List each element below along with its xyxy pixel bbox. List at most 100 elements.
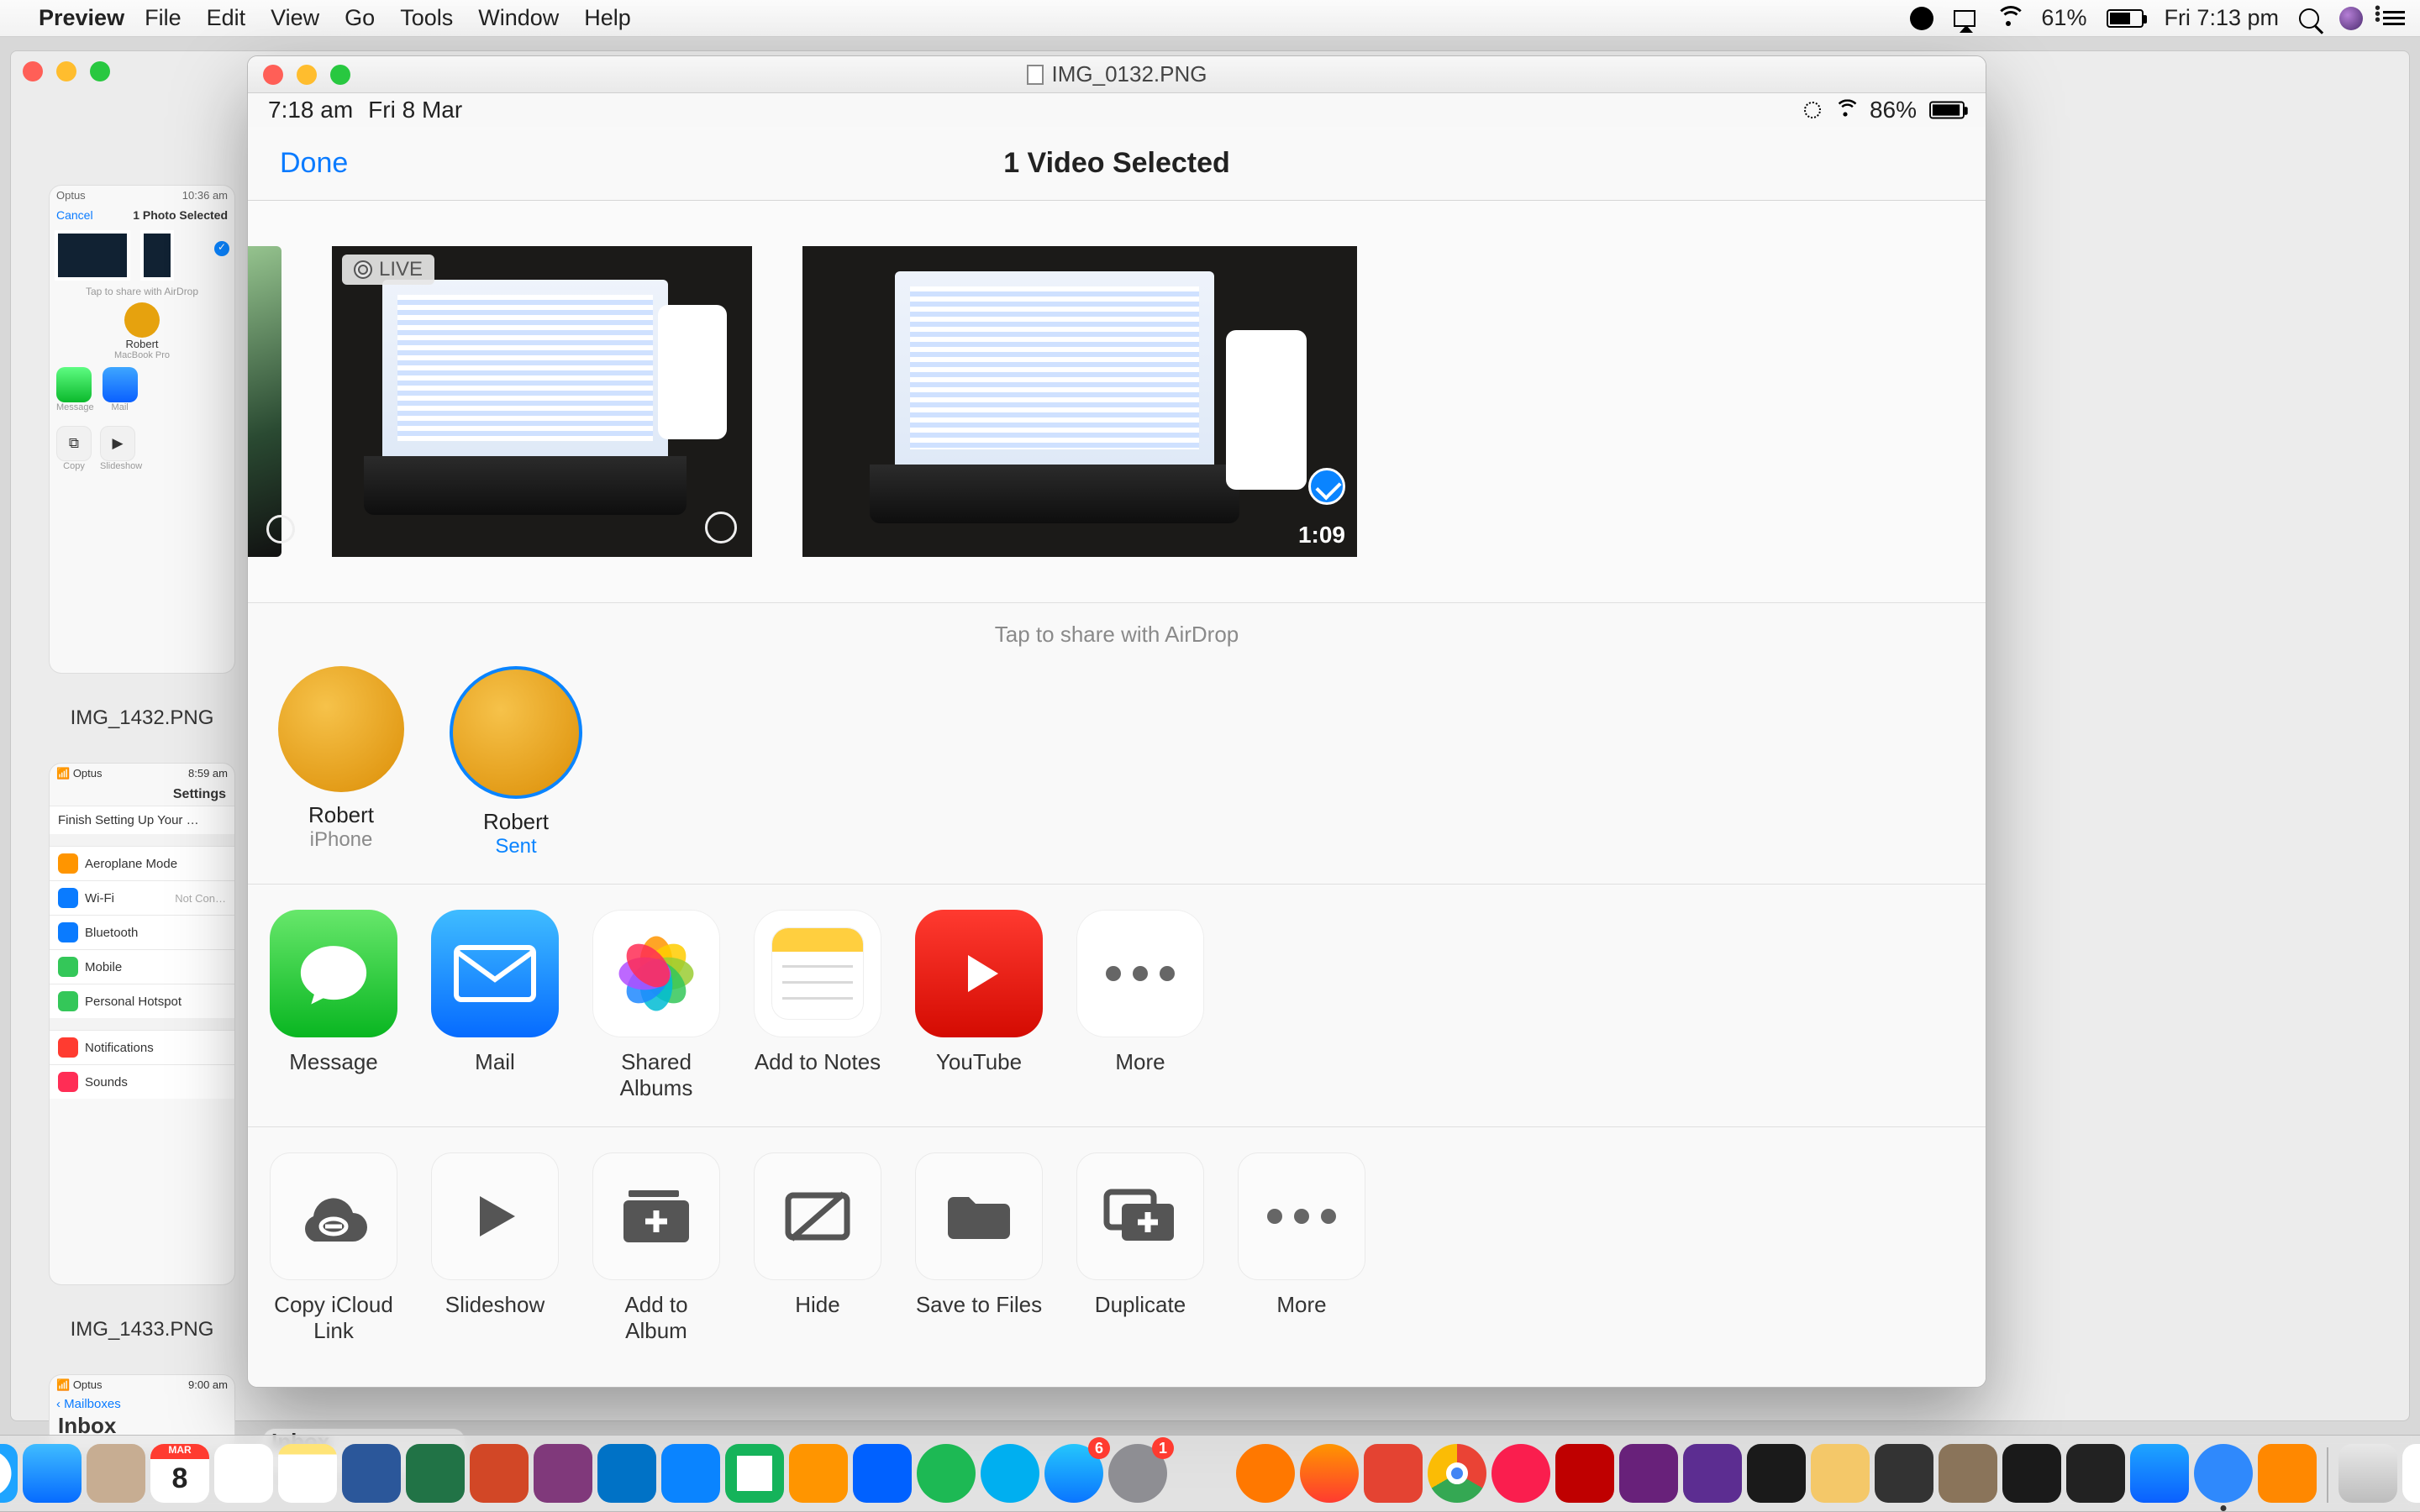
dock-sequel-pro[interactable] (1811, 1444, 1870, 1503)
hide-icon (754, 1152, 881, 1280)
media-thumb-video-selected[interactable]: 1:09 (802, 246, 1357, 557)
dock-separator (2327, 1447, 2328, 1503)
dock-mail[interactable] (23, 1444, 82, 1503)
dock-outlook[interactable] (597, 1444, 656, 1503)
dock-contacts[interactable] (87, 1444, 145, 1503)
share-app-notes[interactable]: Add to Notes (754, 910, 881, 1101)
minimize-icon[interactable] (297, 65, 317, 85)
action-add-to-album[interactable]: Add to Album (592, 1152, 720, 1344)
dock-visual-studio[interactable] (1619, 1444, 1678, 1503)
dock-notes[interactable] (278, 1444, 337, 1503)
dock-appstore[interactable]: 6 (1044, 1444, 1103, 1503)
actions-section: Copy iCloud Link Slideshow Add to Album (248, 1127, 1986, 1378)
minimize-icon[interactable] (56, 61, 76, 81)
notification-center-icon[interactable] (2383, 11, 2405, 25)
dock-todoist[interactable] (1364, 1444, 1423, 1503)
action-duplicate[interactable]: Duplicate (1076, 1152, 1204, 1344)
video-duration: 1:09 (1298, 522, 1345, 549)
menubar-extra-icon[interactable] (2339, 7, 2363, 30)
sidebar-thumb-1[interactable]: Optus10:36 am Cancel1 Photo Selected ✓ T… (50, 186, 234, 673)
wifi-icon (1834, 102, 1856, 118)
youtube-icon (915, 910, 1043, 1037)
share-app-more[interactable]: More (1076, 910, 1204, 1101)
dock-quicktime[interactable] (2194, 1444, 2253, 1503)
dock-activity-monitor[interactable] (2066, 1444, 2125, 1503)
menu-help[interactable]: Help (584, 5, 631, 31)
avast-menubar-icon[interactable] (1910, 7, 1933, 30)
airdrop-contact-robert-iphone[interactable]: Robert iPhone (270, 666, 413, 858)
window-titlebar[interactable]: IMG_0132.PNG (248, 56, 1986, 93)
dock-firefox[interactable] (1300, 1444, 1359, 1503)
photos-icon (592, 910, 720, 1037)
dock-spotify[interactable] (917, 1444, 976, 1503)
close-icon[interactable] (23, 61, 43, 81)
dock-numbers[interactable] (725, 1444, 784, 1503)
sidebar-thumb-2[interactable]: 📶 Optus8:59 am Settings Finish Setting U… (50, 764, 234, 1284)
live-icon (354, 260, 372, 279)
dock-recent-folder[interactable] (2338, 1444, 2397, 1503)
menu-file[interactable]: File (145, 5, 182, 31)
menu-tools[interactable]: Tools (400, 5, 453, 31)
dock-mamp[interactable] (1747, 1444, 1806, 1503)
close-icon[interactable] (263, 65, 283, 85)
menubar-clock[interactable]: Fri 7:13 pm (2164, 5, 2279, 31)
document-icon (1027, 65, 1044, 85)
menu-view[interactable]: View (271, 5, 319, 31)
dock-vs-code[interactable] (1683, 1444, 1742, 1503)
dock-safari[interactable] (0, 1444, 18, 1503)
dock-skype[interactable] (981, 1444, 1039, 1503)
zoom-icon[interactable] (90, 61, 110, 81)
dock-onenote[interactable] (534, 1444, 592, 1503)
dock-pages[interactable] (789, 1444, 848, 1503)
menu-edit[interactable]: Edit (207, 5, 246, 31)
dock-gimp[interactable] (1939, 1444, 1997, 1503)
menu-window[interactable]: Window (478, 5, 559, 31)
share-app-mail[interactable]: Mail (431, 910, 559, 1101)
share-app-shared-albums[interactable]: Shared Albums (592, 910, 720, 1101)
media-thumb-prev[interactable] (248, 246, 281, 557)
dock-dropbox[interactable] (853, 1444, 912, 1503)
selection-ring-icon[interactable] (705, 512, 737, 543)
airdrop-contact-robert-sent[interactable]: Robert Sent (445, 666, 587, 858)
action-more[interactable]: More (1238, 1152, 1365, 1344)
play-icon (431, 1152, 559, 1280)
action-slideshow[interactable]: Slideshow (431, 1152, 559, 1344)
battery-icon[interactable] (2107, 9, 2144, 28)
menu-go[interactable]: Go (345, 5, 375, 31)
dock-filezilla[interactable] (1555, 1444, 1614, 1503)
app-name[interactable]: Preview (39, 5, 124, 31)
media-thumbnails-row[interactable]: LIVE 1:09 (248, 201, 1986, 603)
ipad-status-date: Fri 8 Mar (368, 97, 462, 123)
dock-minimized-preview[interactable] (2402, 1444, 2420, 1503)
sidebar-thumb-2-label: IMG_1433.PNG (71, 1318, 214, 1341)
share-app-youtube[interactable]: YouTube (915, 910, 1043, 1101)
dock-keynote[interactable] (661, 1444, 720, 1503)
done-button[interactable]: Done (280, 147, 348, 180)
dock-xcode[interactable] (2130, 1444, 2189, 1503)
airplay-icon[interactable] (1954, 10, 1975, 27)
share-app-message[interactable]: Message (270, 910, 397, 1101)
spotlight-icon[interactable] (2299, 8, 2319, 29)
action-save-to-files[interactable]: Save to Files (915, 1152, 1043, 1344)
wifi-icon[interactable] (1996, 9, 2021, 28)
dock-word[interactable] (342, 1444, 401, 1503)
zoom-icon[interactable] (330, 65, 350, 85)
dock-avast[interactable] (1236, 1444, 1295, 1503)
action-copy-icloud-link[interactable]: Copy iCloud Link (270, 1152, 397, 1344)
dock-system-preferences[interactable]: 1 (1108, 1444, 1167, 1503)
dock-calendar[interactable]: MAR8 (150, 1444, 209, 1503)
checkmark-icon[interactable] (1308, 468, 1345, 505)
dock-vlc[interactable] (2258, 1444, 2317, 1503)
dock-opera[interactable] (1491, 1444, 1550, 1503)
dock-db-tool[interactable] (1875, 1444, 1933, 1503)
more-icon (1076, 910, 1204, 1037)
dock-chrome[interactable] (1428, 1444, 1486, 1503)
bg-window-traffic-lights[interactable] (23, 61, 110, 81)
dock-powerpoint[interactable] (470, 1444, 529, 1503)
dock-terminal[interactable] (2002, 1444, 2061, 1503)
dock-excel[interactable] (406, 1444, 465, 1503)
dock-reminders[interactable] (214, 1444, 273, 1503)
action-hide[interactable]: Hide (754, 1152, 881, 1344)
dock-1password[interactable] (1172, 1444, 1231, 1503)
media-thumb-live-photo[interactable]: LIVE (332, 246, 752, 557)
